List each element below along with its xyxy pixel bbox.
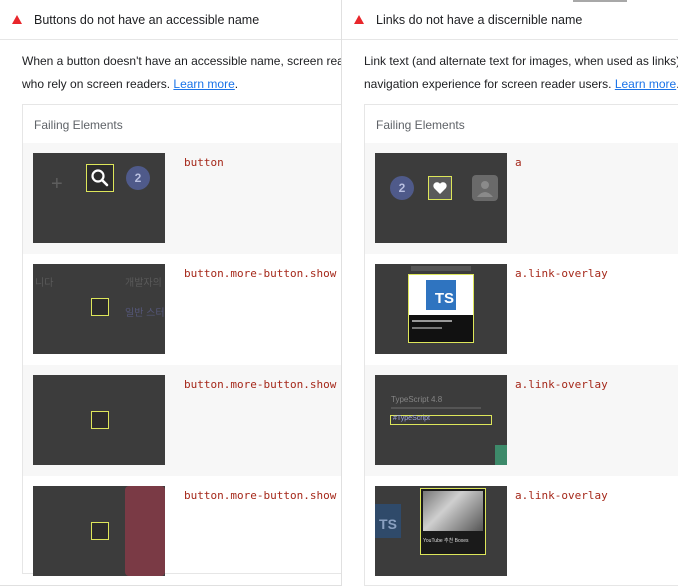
ts-logo-icon: TS	[426, 280, 456, 310]
desc-line-1: When a button doesn't have an accessible…	[22, 54, 341, 68]
audit-title: Links do not have a discernible name	[376, 12, 583, 27]
learn-more-link[interactable]: Learn more	[173, 77, 234, 91]
element-selector: button.more-button.show	[184, 267, 337, 280]
fail-triangle-icon	[354, 15, 364, 24]
element-selector: a.link-overlay	[515, 489, 608, 502]
desc-end: .	[234, 77, 239, 91]
audit-panel-links: Links do not have a discernible name Lin…	[341, 0, 678, 586]
failing-element-row[interactable]: TS YouTube 추천 Boxes a.link-overlay	[365, 476, 678, 586]
element-selector: button.more-button.show	[184, 489, 337, 502]
element-selector: button	[184, 156, 224, 169]
thumb-text: 일반 스터	[125, 308, 165, 319]
failing-element-row[interactable]: TS a.link-overlay	[365, 254, 678, 365]
avatar	[472, 175, 498, 201]
user-icon	[477, 181, 493, 197]
highlight-box	[86, 164, 114, 192]
highlight-box	[91, 298, 109, 316]
thumb-caption-lines	[412, 320, 452, 322]
failing-element-row[interactable]: 2 a	[365, 143, 678, 254]
failing-element-row[interactable]: + 2 button	[23, 143, 341, 254]
failing-element-row[interactable]: 니다 개발자의 일반 스터 button.more-button.show	[23, 254, 341, 365]
element-screenshot	[33, 486, 165, 576]
highlight-box: TS	[408, 274, 474, 343]
ts-logo-dim: TS	[375, 504, 401, 538]
badge-circle: 2	[126, 166, 150, 190]
plus-icon: +	[51, 173, 63, 195]
failing-elements-heading: Failing Elements	[34, 118, 123, 132]
element-screenshot: TS YouTube 추천 Boxes	[375, 486, 507, 576]
element-screenshot	[33, 375, 165, 465]
thumb-caption-lines	[412, 327, 442, 329]
highlight-box	[91, 411, 109, 429]
badge-number: 2	[398, 181, 406, 195]
element-screenshot: 2	[375, 153, 507, 243]
failing-elements-table: Failing Elements 2 a TS a.link-overlay T…	[364, 104, 678, 586]
failing-elements-table: Failing Elements + 2 button 니다 개발자의 일반 스…	[22, 104, 341, 576]
green-tag	[495, 445, 507, 465]
failing-element-row[interactable]: button.more-button.show	[23, 365, 341, 476]
highlight-box	[428, 176, 452, 200]
failing-element-row[interactable]: button.more-button.show	[23, 476, 341, 586]
ts-logo-text: TS	[434, 290, 454, 307]
thumb-text: 니다	[35, 278, 54, 289]
heart-icon	[433, 182, 447, 194]
desc-line-2: navigation experience for screen reader …	[364, 73, 678, 96]
element-screenshot: TypeScript 4.8 #TypeScript	[375, 375, 507, 465]
failing-elements-heading: Failing Elements	[376, 118, 465, 132]
audit-description: Link text (and alternate text for images…	[342, 40, 678, 103]
pink-card	[125, 486, 165, 576]
desc-text: navigation experience for screen reader …	[364, 77, 615, 91]
desc-line-2: who rely on screen readers. Learn more.	[22, 73, 341, 96]
photo	[423, 491, 483, 531]
desc-text: who rely on screen readers.	[22, 77, 174, 91]
failing-element-row[interactable]: TypeScript 4.8 #TypeScript a.link-overla…	[365, 365, 678, 476]
element-selector: a.link-overlay	[515, 267, 608, 280]
element-screenshot: + 2	[33, 153, 165, 243]
highlight-box: YouTube 추천 Boxes	[420, 488, 486, 555]
badge-number: 2	[134, 171, 142, 185]
thumb-tag: #TypeScript	[393, 415, 430, 422]
badge-circle: 2	[390, 176, 414, 200]
thumb-text: TypeScript 4.8	[391, 395, 443, 404]
highlight-box	[91, 522, 109, 540]
thumb-strip	[411, 266, 471, 271]
audit-panel-buttons: Buttons do not have an accessible name W…	[0, 0, 341, 586]
highlight-box: #TypeScript	[390, 415, 492, 425]
element-selector: a	[515, 156, 522, 169]
element-screenshot: 니다 개발자의 일반 스터	[33, 264, 165, 354]
element-screenshot: TS	[375, 264, 507, 354]
thumb-lines	[391, 407, 481, 409]
element-selector: button.more-button.show	[184, 378, 337, 391]
desc-line-1: Link text (and alternate text for images…	[364, 54, 678, 68]
audit-header-buttons[interactable]: Buttons do not have an accessible name	[0, 0, 341, 40]
thumb-text: 개발자의	[125, 278, 162, 289]
learn-more-link[interactable]: Learn more	[615, 77, 676, 91]
audit-header-links[interactable]: Links do not have a discernible name	[342, 0, 678, 40]
fail-triangle-icon	[12, 15, 22, 24]
audit-description: When a button doesn't have an accessible…	[0, 40, 341, 103]
ts-logo-area: TS	[409, 275, 473, 315]
audit-title: Buttons do not have an accessible name	[34, 12, 260, 27]
element-selector: a.link-overlay	[515, 378, 608, 391]
search-icon	[91, 169, 109, 187]
ts-logo-text: TS	[379, 516, 397, 532]
thumb-caption: YouTube 추천 Boxes	[423, 538, 469, 544]
